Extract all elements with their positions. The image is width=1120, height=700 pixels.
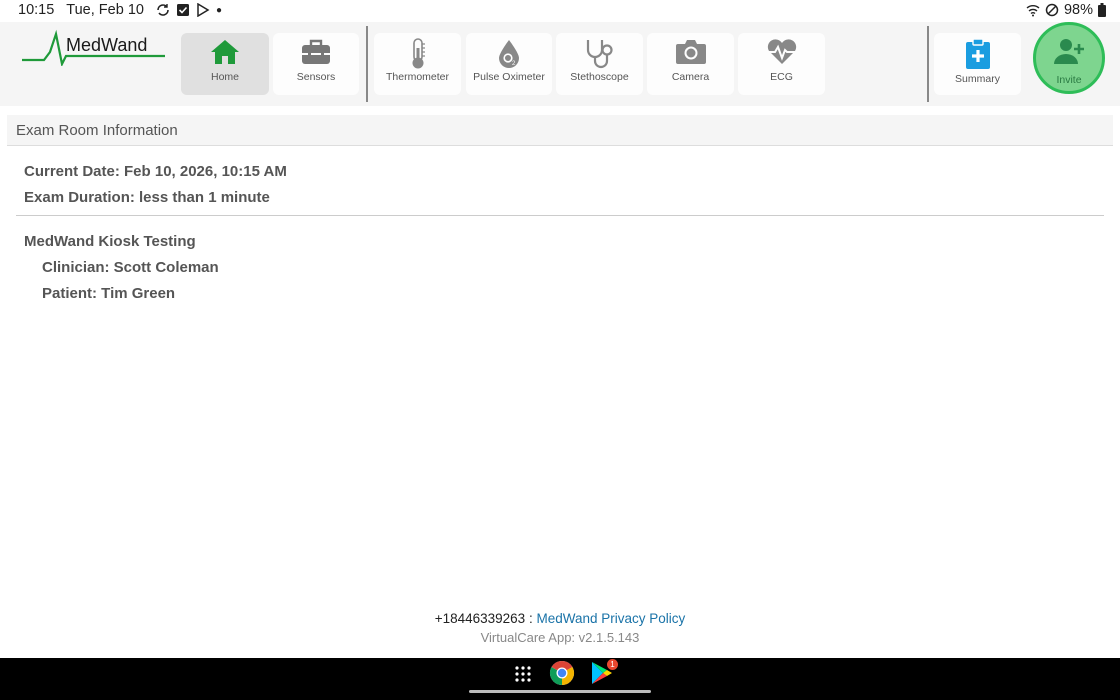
thermometer-button[interactable]: Thermometer <box>374 33 461 95</box>
thermometer-label: Thermometer <box>385 71 449 83</box>
app-version: VirtualCare App: v2.1.5.143 <box>480 630 640 645</box>
stethoscope-label: Stethoscope <box>570 71 629 83</box>
footer-contact: +18446339263 : MedWand Privacy Policy <box>0 611 1120 626</box>
camera-button[interactable]: Camera <box>647 33 734 95</box>
summary-button[interactable]: Summary <box>934 33 1021 95</box>
toolbar-divider-right <box>927 26 929 102</box>
gesture-handle[interactable] <box>469 690 651 693</box>
home-label: Home <box>210 71 239 83</box>
notification-badge: 1 <box>607 659 618 670</box>
thermometer-icon <box>412 38 425 69</box>
home-icon <box>211 40 239 64</box>
camera-label: Camera <box>671 71 710 83</box>
date: Tue, Feb 10 <box>66 2 144 18</box>
app-drawer-icon[interactable] <box>514 665 532 683</box>
add-user-icon <box>1054 39 1084 64</box>
battery-icon <box>1098 3 1106 17</box>
home-button[interactable]: Home <box>181 33 269 95</box>
play-store-icon <box>197 3 210 17</box>
stethoscope-button[interactable]: Stethoscope <box>556 33 643 95</box>
dot-icon: ● <box>215 4 222 16</box>
room-name: MedWand Kiosk Testing <box>24 233 196 250</box>
do-not-disturb-icon <box>1045 3 1059 17</box>
sensors-label: Sensors <box>296 71 336 83</box>
pulse-oximeter-button[interactable]: 2 Pulse Oximeter <box>466 33 552 95</box>
pulse-oximeter-label: Pulse Oximeter <box>473 71 545 83</box>
battery-percent: 98% <box>1063 2 1093 18</box>
section-title: Exam Room Information <box>16 122 178 139</box>
camera-icon <box>675 40 706 64</box>
exam-duration: Exam Duration: less than 1 minute <box>24 189 270 206</box>
privacy-policy-link[interactable]: MedWand Privacy Policy <box>536 611 685 626</box>
system-taskbar: 1 <box>0 658 1120 700</box>
ecg-button[interactable]: ECG <box>738 33 825 95</box>
invite-label: Invite <box>1056 74 1082 86</box>
sensors-button[interactable]: Sensors <box>273 33 359 95</box>
heart-pulse-icon <box>766 39 797 64</box>
logo-text: MedWand <box>66 35 148 55</box>
summary-label: Summary <box>955 73 1000 85</box>
ecg-label: ECG <box>770 71 793 83</box>
sync-icon <box>157 4 169 16</box>
invite-button[interactable]: Invite <box>1033 22 1105 94</box>
toolbox-icon <box>302 39 330 64</box>
current-date: Current Date: Feb 10, 2026, 10:15 AM <box>24 163 287 180</box>
toolbar-divider <box>366 26 368 102</box>
patient-name: Patient: Tim Green <box>42 285 176 302</box>
clock: 10:15 <box>18 2 55 18</box>
stethoscope-icon <box>586 40 613 69</box>
clinician-name: Clinician: Scott Coleman <box>42 259 219 276</box>
droplet-o2-icon: 2 <box>499 40 519 68</box>
exam-room-header: Exam Room Information <box>7 115 1113 146</box>
phone-number: +18446339263 : <box>434 611 533 626</box>
status-bar: 10:15 Tue, Feb 10 ● 98% <box>0 0 1120 22</box>
wifi-icon <box>1026 5 1040 17</box>
clipboard-plus-icon <box>965 38 990 69</box>
checkbox-icon <box>176 4 189 16</box>
info-divider <box>16 215 1104 216</box>
chrome-icon[interactable] <box>549 660 575 686</box>
